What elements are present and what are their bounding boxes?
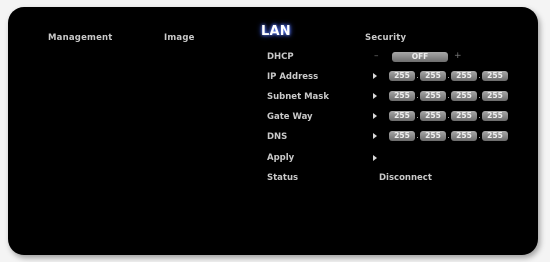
ip-address-octet-4[interactable]: 255 [482,71,508,81]
subnet-mask-octet-2[interactable]: 255 [420,91,446,101]
triangle-right-icon[interactable] [373,155,377,161]
gateway-octet-3[interactable]: 255 [451,111,477,121]
gateway-label: Gate Way [267,112,313,122]
tab-management[interactable]: Management [48,33,113,43]
ip-address-octet-3[interactable]: 255 [451,71,477,81]
ip-address-octet-2[interactable]: 255 [420,71,446,81]
lan-settings-panel: Management Image LAN Security DHCP – OFF… [8,7,538,255]
ip-address-field: 255 . 255 . 255 . 255 [389,71,508,81]
subnet-mask-field: 255 . 255 . 255 . 255 [389,91,508,101]
triangle-right-icon[interactable] [373,113,377,119]
dhcp-decrement-button[interactable]: – [374,51,379,61]
triangle-right-icon[interactable] [373,73,377,79]
dns-label: DNS [267,132,288,142]
subnet-mask-octet-3[interactable]: 255 [451,91,477,101]
gateway-octet-4[interactable]: 255 [482,111,508,121]
tab-security[interactable]: Security [365,33,406,43]
subnet-mask-octet-4[interactable]: 255 [482,91,508,101]
ip-address-label: IP Address [267,72,319,82]
dns-field: 255 . 255 . 255 . 255 [389,131,508,141]
status-value: Disconnect [379,173,432,183]
triangle-right-icon[interactable] [373,133,377,139]
dhcp-toggle[interactable]: OFF [392,52,448,62]
gateway-octet-2[interactable]: 255 [420,111,446,121]
ip-address-octet-1[interactable]: 255 [389,71,415,81]
dns-octet-1[interactable]: 255 [389,131,415,141]
dhcp-increment-button[interactable]: + [454,51,462,61]
triangle-right-icon[interactable] [373,93,377,99]
status-label: Status [267,173,299,183]
subnet-mask-label: Subnet Mask [267,92,330,102]
gateway-octet-1[interactable]: 255 [389,111,415,121]
dns-octet-2[interactable]: 255 [420,131,446,141]
gateway-field: 255 . 255 . 255 . 255 [389,111,508,121]
tab-lan[interactable]: LAN [261,24,291,39]
dns-octet-4[interactable]: 255 [482,131,508,141]
subnet-mask-octet-1[interactable]: 255 [389,91,415,101]
dhcp-label: DHCP [267,52,294,62]
dns-octet-3[interactable]: 255 [451,131,477,141]
apply-label[interactable]: Apply [267,153,294,163]
tab-image[interactable]: Image [164,33,195,43]
